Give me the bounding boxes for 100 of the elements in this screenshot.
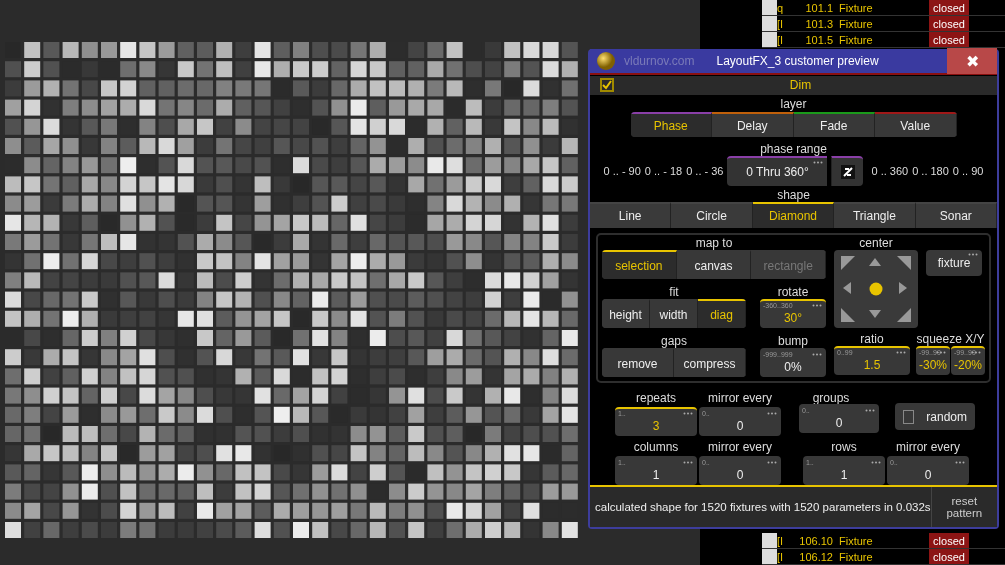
field-label: rows	[830, 440, 858, 454]
shape-tab[interactable]: Sonar	[915, 202, 998, 228]
field-value: 3	[652, 419, 660, 433]
section-label: shape	[776, 188, 811, 203]
fixture-type: Fixture	[839, 33, 874, 46]
orb-icon	[596, 51, 616, 71]
field-value: -20%	[954, 358, 982, 372]
invert-icon	[840, 165, 855, 180]
field-value: 1	[652, 468, 660, 482]
color-swatch	[762, 16, 777, 31]
row-tag: [I	[777, 33, 791, 46]
phase-range-button[interactable]: 0 Thru 360°	[727, 156, 828, 187]
fixture-type: Fixture	[839, 17, 874, 30]
more-dots-icon	[767, 461, 777, 464]
status-label: closed	[929, 533, 969, 548]
status-message: calculated shape for 1520 fixtures with 1520 parameters in 0.032s	[594, 501, 931, 513]
section-label: map to	[694, 236, 734, 250]
field-value: 0	[736, 419, 744, 433]
field-label: mirror every	[895, 440, 961, 454]
field-value: 0	[736, 468, 744, 482]
section-label: fit	[668, 285, 680, 299]
color-swatch	[762, 533, 777, 548]
random-toggle[interactable]: random	[895, 403, 975, 430]
more-dots-icon	[813, 161, 824, 165]
color-swatch	[762, 32, 777, 47]
field-value: 1	[840, 468, 848, 482]
fixture-id: 101.3	[804, 17, 834, 30]
more-dots-icon	[865, 409, 875, 412]
color-swatch	[762, 0, 777, 15]
field-label: mirror every	[707, 391, 773, 405]
fixture-id: 106.10	[798, 534, 834, 547]
field-value: 1.5	[863, 358, 881, 372]
status-label: closed	[929, 16, 969, 31]
center-dot-icon[interactable]	[869, 282, 883, 296]
field-value: 30°	[783, 311, 803, 325]
shape-tab[interactable]: Circle	[671, 202, 753, 228]
checkbox[interactable]	[600, 78, 614, 93]
more-dots-icon	[683, 461, 693, 464]
dim-label: Dim	[788, 78, 813, 93]
gaps-button[interactable]: remove	[602, 348, 674, 377]
range-preset[interactable]: 0 .. 360	[871, 165, 909, 178]
field-label: repeats	[635, 391, 677, 405]
corner-arrow-icon[interactable]	[839, 254, 857, 272]
row-tag: [I	[777, 17, 791, 30]
color-swatch	[762, 549, 777, 564]
corner-arrow-icon[interactable]	[895, 254, 913, 272]
field-value: -30%	[919, 358, 947, 372]
window-title: LayoutFX_3 customer preview	[716, 54, 880, 68]
status-label: closed	[929, 32, 969, 47]
site-label: vldurnov.com	[624, 54, 695, 68]
shape-tab[interactable]: Line	[590, 202, 672, 228]
section-label: ratio	[859, 332, 885, 346]
layer-tab[interactable]: Phase	[630, 111, 712, 138]
section-label: center	[858, 236, 894, 250]
fit-option[interactable]: diag	[698, 299, 746, 328]
more-dots-icon	[871, 461, 881, 464]
section-label: bump	[777, 334, 809, 348]
field-value: 0	[924, 468, 932, 482]
range-preset[interactable]: 0 .. - 36	[686, 165, 724, 178]
invert-button[interactable]	[831, 156, 864, 187]
field-label: columns	[632, 440, 680, 454]
shape-tab[interactable]: Diamond	[752, 202, 835, 228]
section-label: gaps	[660, 334, 688, 348]
section-label: rotate	[776, 285, 810, 299]
status-label: closed	[929, 0, 969, 15]
more-dots-icon	[767, 412, 777, 415]
row-tag: q	[777, 1, 791, 14]
shape-tab[interactable]: Triangle	[834, 202, 916, 228]
more-dots-icon	[896, 351, 906, 354]
fit-option[interactable]: height	[602, 299, 650, 328]
more-dots-icon	[683, 412, 693, 415]
section-label: layer	[779, 96, 808, 111]
checkbox	[903, 409, 915, 424]
section-label: squeeze X/Y	[916, 332, 985, 346]
fixture-id: 106.12	[798, 550, 834, 563]
close-button[interactable]: ✖	[947, 48, 997, 74]
fixture-type: Fixture	[839, 1, 874, 14]
corner-arrow-icon[interactable]	[839, 306, 857, 324]
fixture-type: Fixture	[839, 534, 874, 547]
row-tag: [I	[777, 550, 791, 563]
more-dots-icon	[955, 461, 965, 464]
field-label: mirror every	[707, 440, 773, 454]
range-preset[interactable]: 0 .. - 90	[603, 165, 641, 178]
fixture-id: 101.5	[804, 33, 834, 46]
corner-arrow-icon[interactable]	[895, 306, 913, 324]
field-value: 0	[835, 416, 843, 430]
fixture-type: Fixture	[839, 550, 874, 563]
fixture-button[interactable]: fixture	[926, 250, 982, 276]
layer-tab[interactable]: Delay	[712, 111, 794, 138]
range-preset[interactable]: 0 .. - 18	[644, 165, 683, 178]
layer-tab[interactable]: Fade	[793, 111, 875, 138]
more-dots-icon	[812, 304, 822, 307]
map-option[interactable]: selection	[602, 250, 677, 279]
layer-tab[interactable]: Value	[875, 111, 957, 138]
row-tag: [I	[777, 534, 791, 547]
fixture-id: 101.1	[804, 1, 834, 14]
range-preset[interactable]: 0 .. 90	[952, 165, 984, 178]
more-dots-icon	[812, 353, 822, 356]
more-dots-icon	[968, 253, 978, 256]
range-preset[interactable]: 0 .. 180	[912, 165, 949, 178]
